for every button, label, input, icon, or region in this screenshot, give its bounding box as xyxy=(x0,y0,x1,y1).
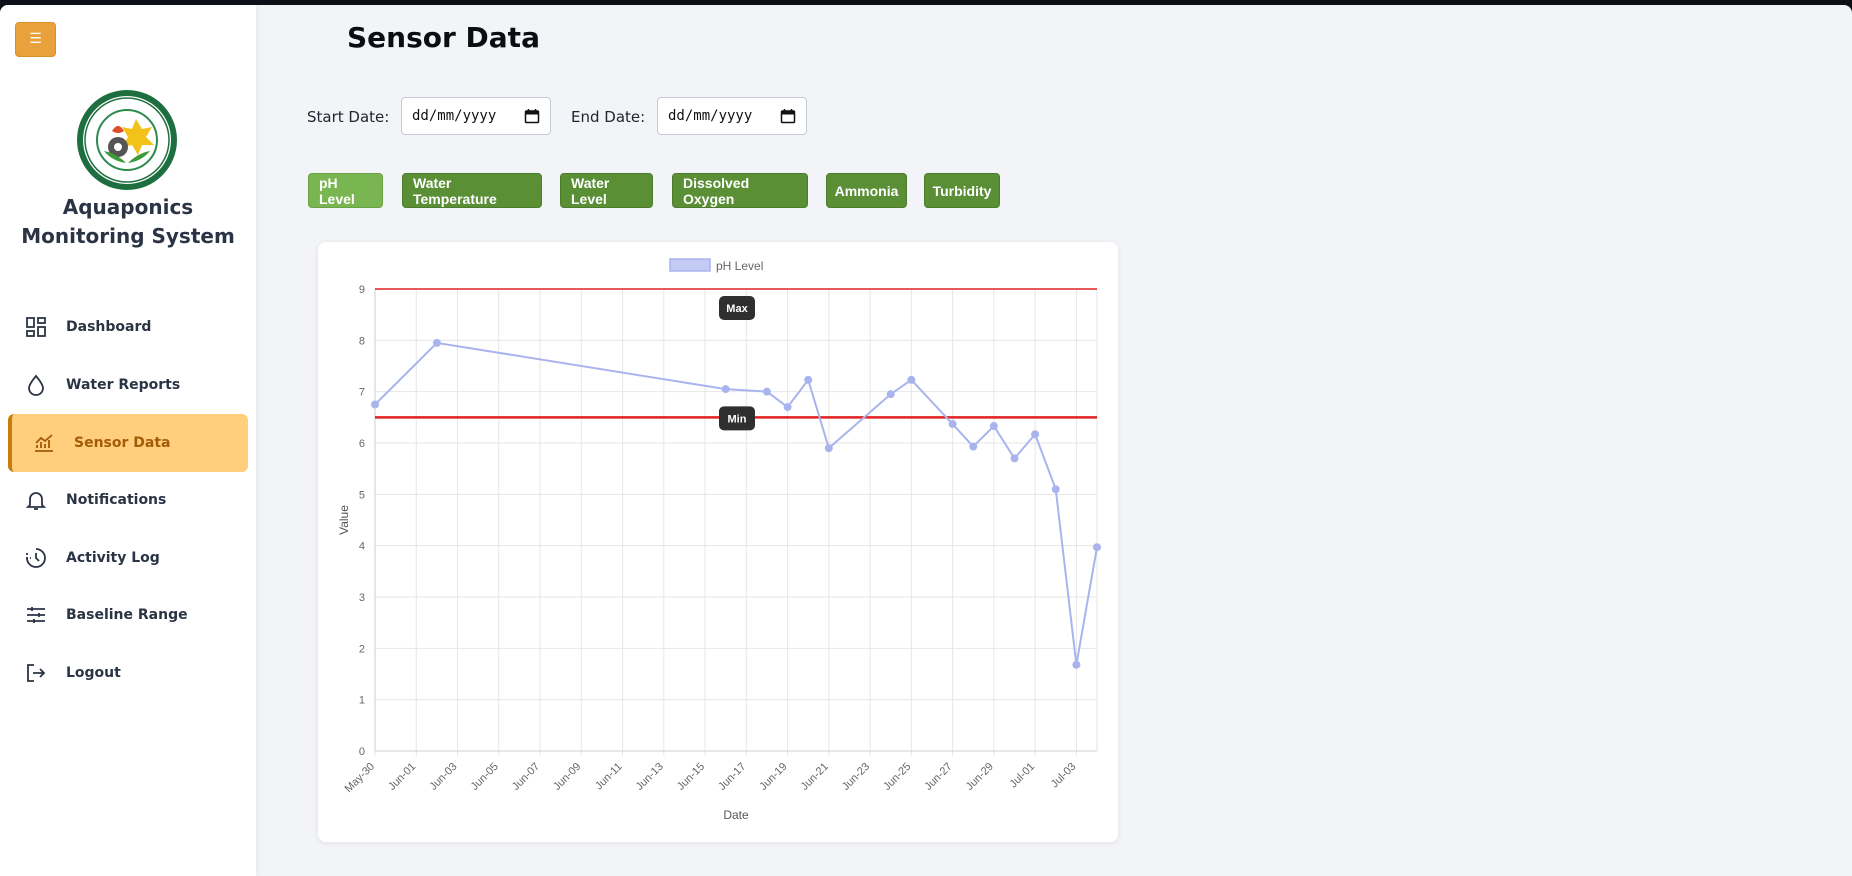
sensor-button-water-level[interactable]: Water Level xyxy=(560,173,653,208)
ph-data-point xyxy=(432,338,441,347)
sidebar-item-water-reports[interactable]: Water Reports xyxy=(8,357,248,413)
ph-data-point xyxy=(1051,485,1060,494)
y-tick-label: 0 xyxy=(359,746,365,758)
x-tick-label: Jun-27 xyxy=(922,761,954,793)
end-date-input[interactable]: dd/mm/yyyy xyxy=(657,97,807,135)
app-brand-title: Aquaponics Monitoring System xyxy=(21,195,235,248)
ph-data-point xyxy=(721,385,730,394)
legend-label: pH Level xyxy=(716,259,763,273)
x-tick-label: Jun-21 xyxy=(799,761,831,793)
ph-data-point xyxy=(1031,430,1040,439)
sensor-button-dissolved-oxygen[interactable]: Dissolved Oxygen xyxy=(672,173,808,208)
sidebar-item-label: Logout xyxy=(66,665,121,681)
legend-swatch xyxy=(669,258,711,272)
start-date-input[interactable]: dd/mm/yyyy xyxy=(401,97,551,135)
x-tick-label: Jul-03 xyxy=(1049,761,1079,791)
sidebar-item-activity-log[interactable]: Activity Log xyxy=(8,530,248,586)
start-date-label: Start Date: xyxy=(307,108,390,126)
y-tick-label: 6 xyxy=(359,438,365,450)
bell-icon xyxy=(24,488,48,512)
y-tick-label: 7 xyxy=(359,387,365,399)
x-tick-label: Jun-25 xyxy=(881,761,913,793)
ph-data-point xyxy=(969,442,978,451)
x-tick-label: Jun-11 xyxy=(593,761,625,793)
calendar-icon[interactable] xyxy=(780,108,796,124)
sensor-button-ph-level[interactable]: pH Level xyxy=(308,173,383,208)
ph-data-point xyxy=(1072,660,1081,669)
sensor-button-turbidity[interactable]: Turbidity xyxy=(924,173,1000,208)
sidebar-item-label: Water Reports xyxy=(66,377,181,393)
ph-data-point xyxy=(948,420,957,429)
sidebar-item-sensor-data[interactable]: Sensor Data xyxy=(8,414,248,472)
ph-data-point xyxy=(886,390,895,399)
sidebar-item-baseline-range[interactable]: Baseline Range xyxy=(8,587,248,643)
x-tick-label: Jun-07 xyxy=(510,761,542,793)
ph-data-point xyxy=(1010,454,1019,463)
ph-data-point xyxy=(783,403,792,412)
y-tick-label: 8 xyxy=(359,335,365,347)
x-tick-label: Jun-09 xyxy=(551,761,583,793)
sidebar: ☰ Aquaponics Monitoring System Dashboard xyxy=(0,5,256,876)
page-title: Sensor Data xyxy=(347,21,540,54)
ph-data-point xyxy=(824,444,833,453)
x-tick-label: Jun-17 xyxy=(716,761,748,793)
threshold-badge-label: Min xyxy=(728,413,747,425)
y-tick-label: 3 xyxy=(359,592,365,604)
x-tick-label: Jun-23 xyxy=(840,761,872,793)
sidebar-item-label: Sensor Data xyxy=(74,435,171,451)
end-date-label: End Date: xyxy=(571,108,646,126)
start-date-value: dd/mm/yyyy xyxy=(412,108,497,124)
history-icon xyxy=(24,546,48,570)
ph-data-point xyxy=(371,400,379,409)
sensor-button-ammonia[interactable]: Ammonia xyxy=(826,173,907,208)
y-axis-title: Value xyxy=(337,505,351,535)
ph-data-point xyxy=(989,422,998,431)
y-tick-label: 1 xyxy=(359,695,365,707)
ph-data-point xyxy=(762,387,771,396)
y-tick-label: 4 xyxy=(359,541,365,553)
sidebar-item-label: Baseline Range xyxy=(66,607,188,623)
sensor-button-water-temperature[interactable]: Water Temperature xyxy=(402,173,542,208)
y-tick-label: 9 xyxy=(359,284,365,296)
app-window: ☰ Aquaponics Monitoring System Dashboard xyxy=(0,5,1852,876)
dashboard-icon xyxy=(24,315,48,339)
y-tick-label: 5 xyxy=(359,489,365,501)
x-tick-label: May-30 xyxy=(343,761,377,795)
x-tick-label: Jun-01 xyxy=(386,761,418,793)
x-tick-label: Jun-19 xyxy=(757,761,789,793)
x-axis-title: Date xyxy=(723,808,749,822)
ph-data-point xyxy=(907,375,916,384)
sidebar-item-notifications[interactable]: Notifications xyxy=(8,472,248,528)
sidebar-item-label: Activity Log xyxy=(66,550,160,566)
sidebar-item-label: Notifications xyxy=(66,492,167,508)
sliders-icon xyxy=(24,603,48,627)
threshold-badge-label: Max xyxy=(726,303,748,315)
y-tick-label: 2 xyxy=(359,643,365,655)
logout-icon xyxy=(24,661,48,685)
sidebar-item-dashboard[interactable]: Dashboard xyxy=(8,299,248,355)
calendar-icon[interactable] xyxy=(524,108,540,124)
chart-card: 0 1 2 3 4 5 6 7 8 9 May-30 Jun-01 Jun-03 Jun-05 Jun-07… xyxy=(318,242,1118,842)
end-date-value: dd/mm/yyyy xyxy=(668,108,753,124)
ph-data-point xyxy=(804,375,813,384)
water-drop-icon xyxy=(24,373,48,397)
x-tick-label: Jul-01 xyxy=(1008,761,1038,791)
x-tick-label: Jun-13 xyxy=(634,761,666,793)
ph-line-chart: 0 1 2 3 4 5 6 7 8 9 May-30 Jun-01 Jun-03 Jun-05 Jun-07… xyxy=(337,258,1101,822)
x-tick-label: Jun-15 xyxy=(675,761,707,793)
school-logo xyxy=(77,90,177,190)
x-tick-label: Jun-29 xyxy=(964,761,996,793)
x-tick-label: Jun-03 xyxy=(427,761,459,793)
sidebar-item-logout[interactable]: Logout xyxy=(8,645,248,701)
x-tick-label: Jun-05 xyxy=(469,761,501,793)
sidebar-item-label: Dashboard xyxy=(66,319,152,335)
chart-icon xyxy=(32,431,56,455)
menu-toggle-button[interactable]: ☰ xyxy=(15,22,56,57)
ph-data-point xyxy=(1093,543,1101,552)
